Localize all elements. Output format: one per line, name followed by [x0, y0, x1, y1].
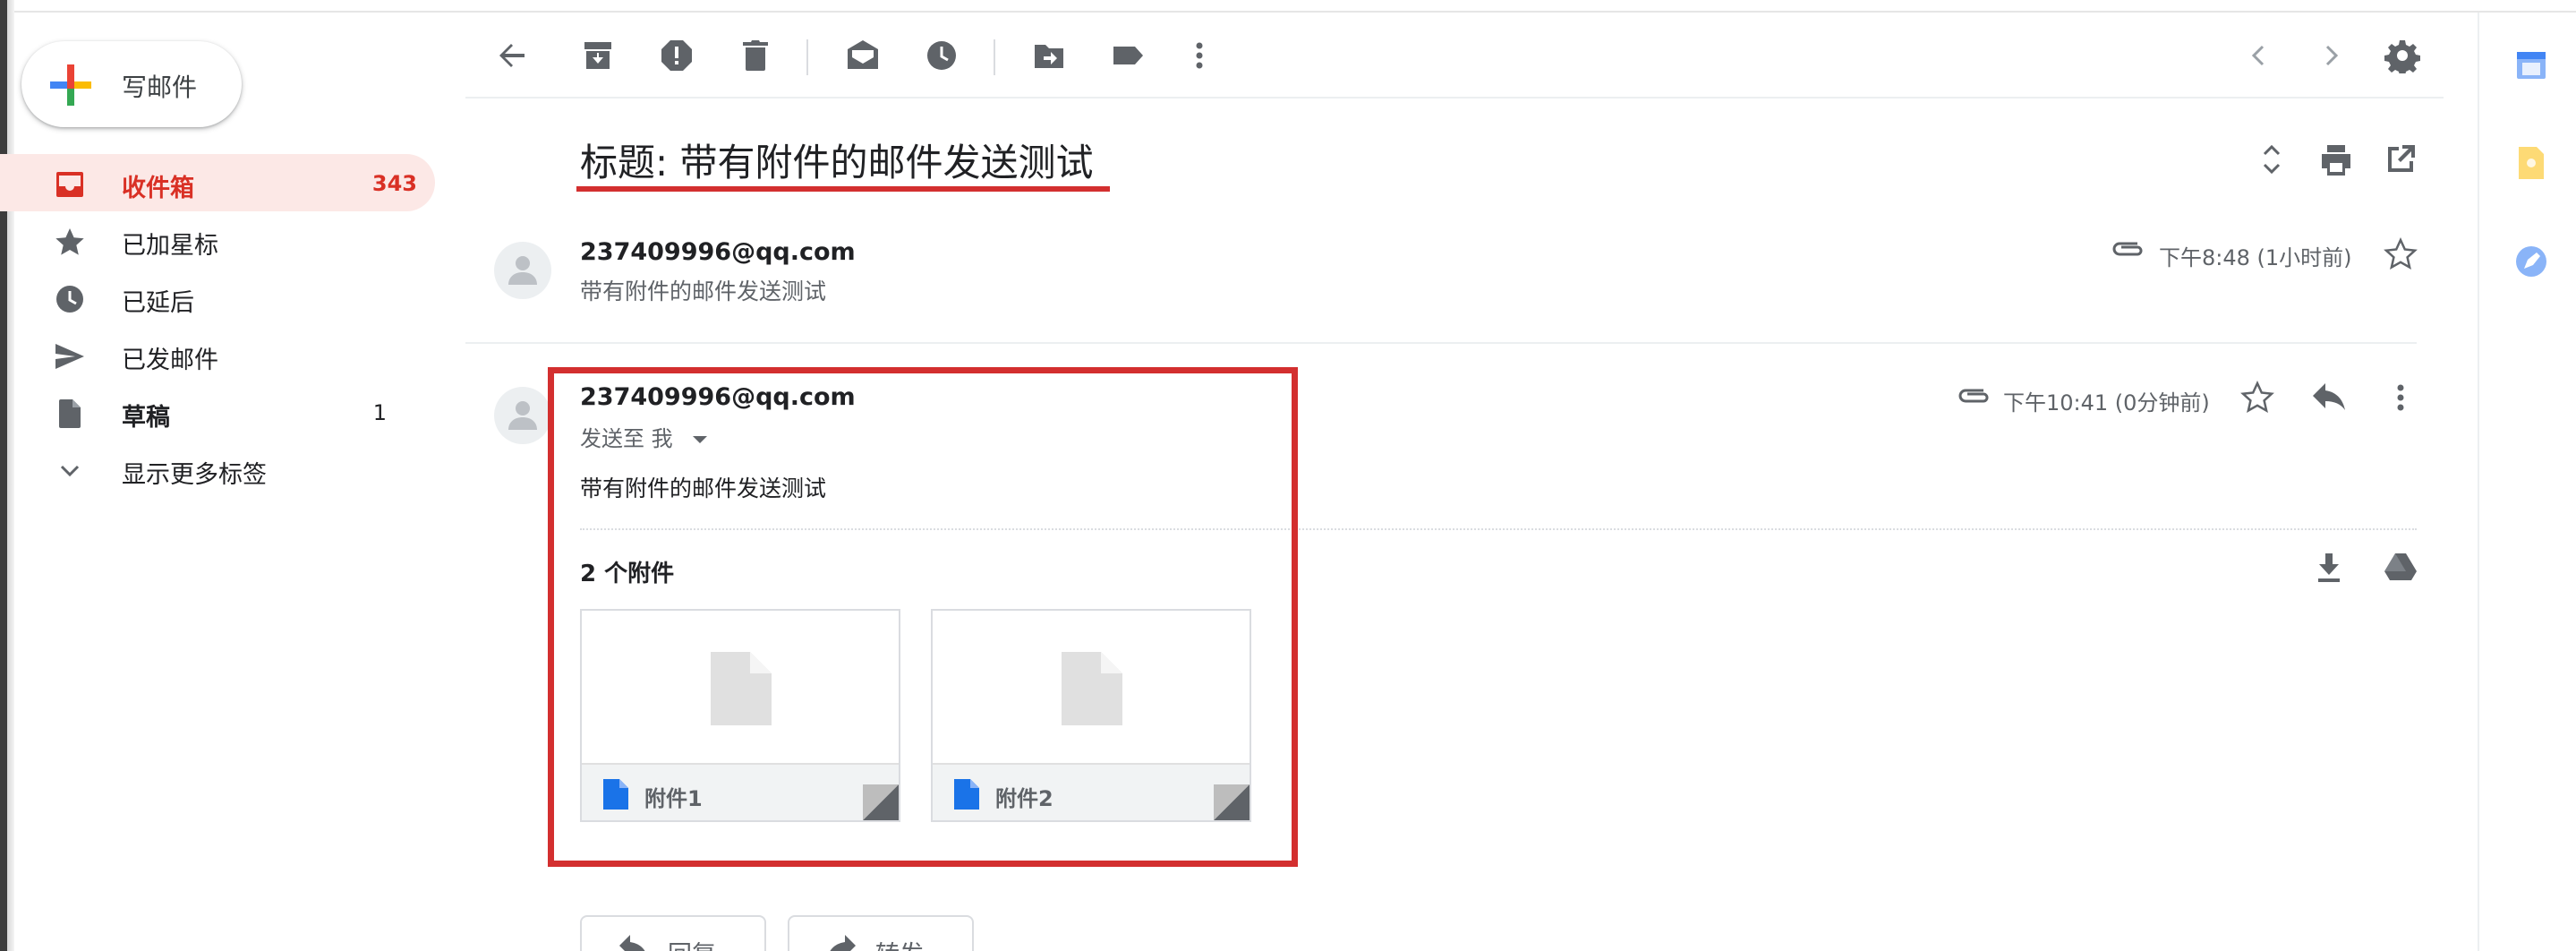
message-sender[interactable]: 237409996@qq.com	[580, 238, 856, 266]
tasks-icon[interactable]	[2513, 244, 2549, 279]
reply-icon[interactable]	[2311, 380, 2347, 416]
message-timestamp: 下午8:48 (1小时前)	[2159, 245, 2352, 270]
report-spam-icon[interactable]	[659, 38, 695, 73]
clock-icon	[56, 286, 83, 313]
side-panel-divider	[2478, 13, 2479, 951]
reply-label: 回复	[668, 935, 716, 951]
sidebar-nav: 收件箱 343 已加星标 已延后 已发邮件 草稿 1 显示更多标签	[0, 154, 439, 498]
message-body: 带有附件的邮件发送测试	[580, 476, 827, 501]
chevron-left-icon[interactable]	[2241, 38, 2277, 73]
draft-count: 1	[372, 400, 387, 425]
generic-file-icon	[711, 652, 772, 725]
sidebar-item-label: 已加星标	[122, 232, 218, 260]
attachment-card[interactable]: 附件1	[580, 609, 900, 822]
attachment-paperclip-icon	[1958, 389, 1989, 403]
sidebar-item-label: 显示更多标签	[122, 461, 267, 489]
message-sender[interactable]: 237409996@qq.com	[580, 383, 856, 411]
attachment-card[interactable]: 附件2	[931, 609, 1251, 822]
toolbar-divider	[465, 97, 2444, 99]
doc-file-icon	[603, 779, 628, 810]
compose-plus-icon	[50, 64, 91, 106]
star-icon	[55, 228, 84, 255]
calendar-icon[interactable]	[2513, 47, 2549, 82]
chevron-right-icon[interactable]	[2313, 38, 2349, 73]
more-vert-icon[interactable]	[1181, 38, 1217, 73]
attachment-divider	[580, 528, 2417, 530]
page-fold-icon	[863, 784, 899, 820]
inbox-icon	[56, 172, 83, 197]
generic-file-icon	[1062, 652, 1122, 725]
window-top-border	[0, 0, 2576, 13]
page-fold-icon	[1214, 784, 1250, 820]
compose-label: 写邮件	[122, 73, 198, 102]
delete-icon[interactable]	[738, 38, 773, 73]
person-icon	[508, 256, 537, 285]
attachment-name: 附件1	[644, 786, 703, 811]
recipient-details-toggle[interactable]: 发送至 我	[580, 421, 710, 452]
dropdown-triangle-icon	[693, 436, 708, 443]
star-outline-icon[interactable]	[2383, 236, 2418, 272]
sidebar-item-more-labels[interactable]: 显示更多标签	[0, 441, 439, 498]
person-icon	[508, 401, 537, 430]
message-snippet[interactable]: 带有附件的邮件发送测试	[580, 274, 826, 306]
send-icon	[55, 344, 84, 369]
sidebar-item-sent[interactable]: 已发邮件	[0, 326, 439, 383]
print-icon[interactable]	[2318, 141, 2354, 177]
recipient-label: 发送至 我	[580, 426, 673, 451]
attachment-preview	[933, 611, 1250, 763]
doc-file-icon	[954, 779, 979, 810]
sidebar-item-label: 已延后	[122, 289, 194, 317]
subject-annotation-underline	[576, 186, 1110, 192]
avatar	[494, 387, 551, 444]
label-icon[interactable]	[1110, 38, 1146, 73]
expand-all-icon[interactable]	[2254, 141, 2290, 177]
reply-button[interactable]: 回复	[580, 915, 766, 951]
avatar	[494, 242, 551, 299]
unread-count: 343	[371, 171, 417, 196]
message-divider	[465, 342, 2417, 344]
message-timestamp: 下午10:41 (0分钟前)	[2003, 390, 2210, 416]
archive-icon[interactable]	[580, 38, 616, 73]
sidebar-item-inbox[interactable]: 收件箱 343	[0, 154, 435, 211]
sidebar-item-label: 草稿	[122, 404, 170, 432]
reply-icon	[619, 935, 645, 951]
more-vert-icon[interactable]	[2383, 380, 2418, 416]
forward-button[interactable]: 转发	[788, 915, 974, 951]
move-to-icon[interactable]	[1031, 38, 1067, 73]
gmail-page: 写邮件 收件箱 343 已加星标 已延后 已发邮件 草稿 1 显示更多标签 标题…	[0, 0, 2576, 951]
attachment-name: 附件2	[995, 786, 1053, 811]
snooze-icon[interactable]	[924, 38, 960, 73]
sidebar-item-starred[interactable]: 已加星标	[0, 211, 439, 269]
forward-icon	[830, 935, 856, 951]
draft-file-icon	[59, 399, 81, 428]
keep-icon[interactable]	[2513, 145, 2549, 181]
star-outline-icon[interactable]	[2239, 380, 2275, 416]
back-arrow-icon[interactable]	[494, 38, 530, 73]
attachments-count: 2 个附件	[580, 561, 675, 587]
download-all-icon[interactable]	[2311, 550, 2347, 586]
settings-gear-icon[interactable]	[2384, 38, 2420, 73]
sidebar-item-drafts[interactable]: 草稿 1	[0, 383, 439, 441]
forward-label: 转发	[875, 935, 924, 951]
save-to-drive-icon[interactable]	[2383, 550, 2418, 586]
attachment-paperclip-icon	[2112, 242, 2143, 256]
sidebar-item-label: 已发邮件	[122, 347, 218, 374]
page-title: 标题: 带有附件的邮件发送测试	[580, 141, 1094, 184]
toolbar-separator	[994, 39, 995, 75]
attachment-preview	[582, 611, 899, 763]
sidebar-item-snoozed[interactable]: 已延后	[0, 269, 439, 326]
sidebar-item-label: 收件箱	[122, 175, 194, 202]
compose-button[interactable]: 写邮件	[21, 41, 242, 127]
open-new-window-icon[interactable]	[2383, 141, 2418, 177]
mark-unread-icon[interactable]	[845, 38, 881, 73]
chevron-down-icon	[60, 465, 80, 477]
toolbar-separator	[806, 39, 808, 75]
